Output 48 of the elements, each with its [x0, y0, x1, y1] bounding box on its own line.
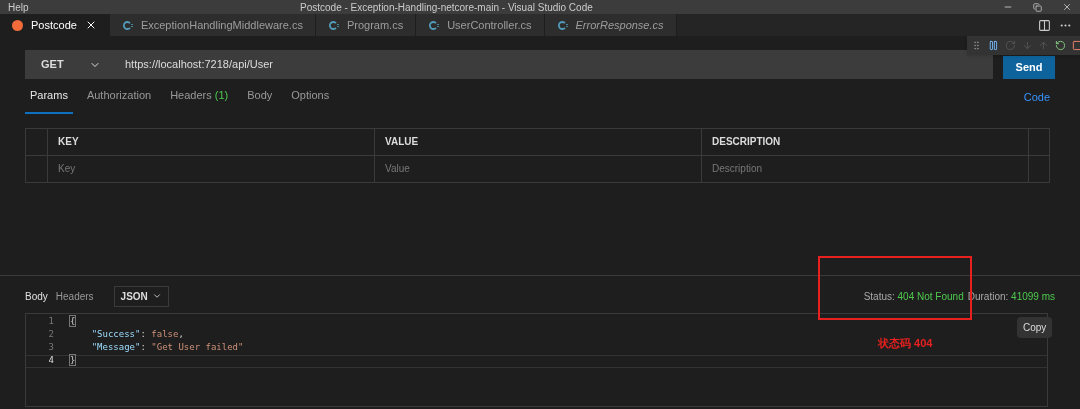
- line-number: 1: [47, 315, 54, 329]
- split-editor-icon[interactable]: [1038, 18, 1051, 32]
- line-number: 2: [47, 328, 54, 342]
- file-type-icon: [428, 19, 440, 31]
- response-tab[interactable]: Headers: [55, 288, 94, 304]
- drag-handle-icon[interactable]: [971, 40, 982, 51]
- param-input[interactable]: Value: [375, 155, 702, 182]
- code-line: "Message": "Get User failed": [90, 341, 244, 355]
- request-tab[interactable]: Authorization: [81, 87, 157, 114]
- request-tab[interactable]: Options: [286, 87, 335, 114]
- code-line: }: [70, 354, 76, 368]
- method-select[interactable]: GET: [25, 50, 117, 79]
- status-text: Status: 404 Not Found: [863, 289, 964, 304]
- send-button[interactable]: Send: [1003, 56, 1055, 79]
- format-select[interactable]: JSON: [113, 285, 169, 307]
- chevron-icon: [151, 291, 162, 301]
- request-tab[interactable]: Headers (1): [165, 87, 234, 114]
- request-tab[interactable]: Body: [242, 87, 278, 114]
- editor-tab[interactable]: Postcode: [0, 14, 110, 36]
- editor-tab[interactable]: ErrorResponse.cs: [544, 14, 677, 36]
- request-tab[interactable]: Params: [25, 87, 73, 114]
- column-header: KEY: [48, 128, 375, 155]
- code-link[interactable]: Code: [1023, 89, 1050, 114]
- column-header: VALUE: [375, 128, 702, 155]
- copy-button[interactable]: Copy: [1017, 317, 1053, 338]
- editor-tab[interactable]: Program.cs: [315, 14, 417, 36]
- code-line: {: [70, 315, 76, 329]
- editor-tab[interactable]: ExceptionHandlingMiddleware.cs: [109, 14, 316, 36]
- app-logo-icon: [12, 19, 23, 31]
- param-input[interactable]: Key: [48, 155, 375, 182]
- file-type-icon: [556, 19, 568, 31]
- file-type-icon: [121, 19, 133, 31]
- line-number: 3: [47, 341, 54, 355]
- restart-icon[interactable]: [1055, 40, 1067, 51]
- window-title: Postcode - Exception-Handling-netcore-main - Visual Studio Code: [300, 0, 593, 15]
- restore-icon[interactable]: [1033, 2, 1042, 12]
- stop-icon[interactable]: [1072, 40, 1080, 51]
- param-input[interactable]: Description: [702, 155, 1029, 182]
- editor-tab[interactable]: UserController.cs: [416, 14, 545, 36]
- response-tab[interactable]: Body: [25, 288, 48, 304]
- line-number: 4: [47, 354, 54, 368]
- column-header: DESCRIPTION: [702, 128, 1029, 155]
- url-field[interactable]: https://localhost:7218/api/User: [117, 50, 993, 79]
- menu-item[interactable]: Help: [8, 0, 29, 15]
- file-type-icon: [327, 19, 339, 31]
- annotation-text: 状态码 404: [878, 336, 933, 351]
- code-line: "Success": false,: [90, 328, 184, 342]
- pause-icon[interactable]: [987, 40, 999, 51]
